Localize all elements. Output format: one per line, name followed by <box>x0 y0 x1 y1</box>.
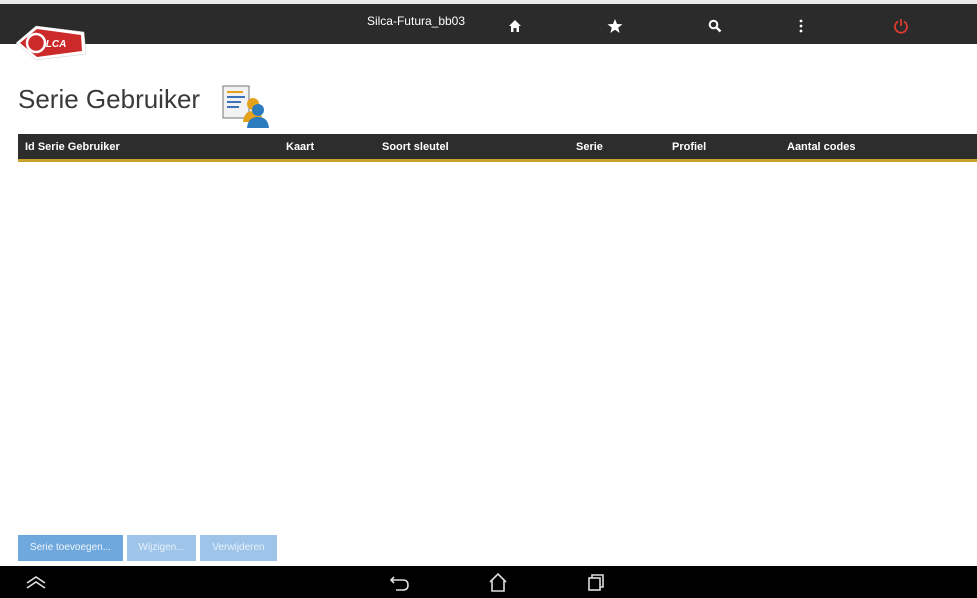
star-icon[interactable] <box>605 16 625 36</box>
menu-chevron-icon[interactable] <box>24 571 48 593</box>
delete-button[interactable]: Verwijderen <box>200 535 277 561</box>
device-title: Silca-Futura_bb03 <box>366 14 466 28</box>
home-icon[interactable] <box>505 16 525 36</box>
search-icon[interactable] <box>705 16 725 36</box>
more-vertical-icon[interactable] <box>791 16 811 36</box>
column-kaart[interactable]: Kaart <box>286 141 314 153</box>
svg-text:ILCA: ILCA <box>43 39 66 50</box>
edit-button[interactable]: Wijzigen... <box>127 535 196 561</box>
column-profiel[interactable]: Profiel <box>672 141 706 153</box>
add-series-button[interactable]: Serie toevoegen... <box>18 535 123 561</box>
system-nav-bar <box>0 566 977 598</box>
top-app-bar: Silca-Futura_bb03 <box>0 0 977 44</box>
table-header: Id Serie Gebruiker Kaart Soort sleutel S… <box>18 134 977 162</box>
home-outline-icon[interactable] <box>486 571 510 593</box>
page-title: Serie Gebruiker <box>18 84 201 114</box>
silca-logo: ILCA <box>14 22 88 64</box>
table-body <box>18 162 977 532</box>
column-serie[interactable]: Serie <box>576 141 603 153</box>
power-icon[interactable] <box>891 16 911 36</box>
back-icon[interactable] <box>388 571 412 593</box>
user-document-icon <box>220 82 270 130</box>
recent-apps-icon[interactable] <box>584 571 608 593</box>
column-soort-sleutel[interactable]: Soort sleutel <box>382 141 449 153</box>
column-id-serie-gebruiker[interactable]: Id Serie Gebruiker <box>25 141 120 153</box>
column-aantal-codes[interactable]: Aantal codes <box>787 141 855 153</box>
